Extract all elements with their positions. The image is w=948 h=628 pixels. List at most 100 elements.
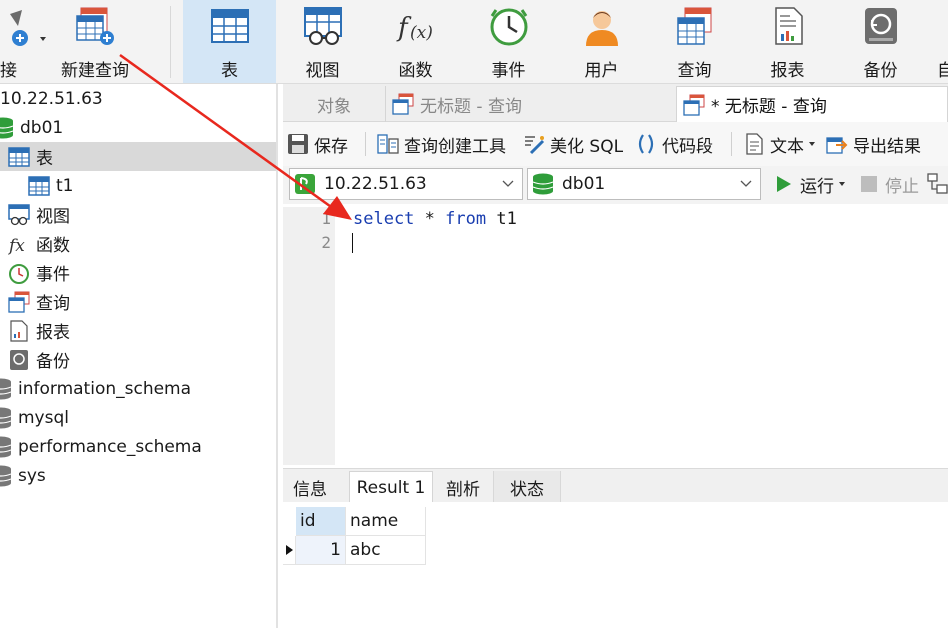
document-tab-bar: 对象 无标题 - 查询 * 无标题 - 查询 bbox=[283, 84, 948, 122]
toolbar-separator bbox=[170, 6, 171, 78]
function-button[interactable]: f (x) 函数 bbox=[369, 0, 462, 83]
function-icon: fx bbox=[8, 236, 25, 255]
dropdown-arrow-icon bbox=[839, 182, 845, 186]
automation-button[interactable]: 自 bbox=[927, 0, 948, 83]
tab-query-2[interactable]: * 无标题 - 查询 bbox=[676, 86, 948, 122]
query-icon bbox=[683, 94, 705, 116]
sidebar-item-views[interactable]: 视图 bbox=[0, 200, 276, 229]
export-results-button[interactable]: 导出结果 bbox=[826, 128, 921, 160]
report-icon bbox=[774, 7, 803, 45]
table-icon bbox=[8, 146, 30, 167]
tab-profile[interactable]: 剖析 bbox=[433, 471, 493, 503]
backup-button[interactable]: 备份 bbox=[834, 0, 927, 83]
column-header-id[interactable]: id bbox=[296, 507, 346, 536]
column-header-label: id bbox=[300, 511, 316, 531]
column-header-label: name bbox=[350, 511, 399, 531]
database-node-mysql[interactable]: mysql bbox=[0, 403, 276, 432]
report-icon bbox=[10, 319, 28, 342]
tab-label: 无标题 - 查询 bbox=[420, 96, 522, 117]
sidebar-item-functions[interactable]: fx 函数 bbox=[0, 229, 276, 258]
row-indicator[interactable] bbox=[283, 536, 296, 565]
query-button[interactable]: 查询 bbox=[648, 0, 741, 83]
database-label: db01 bbox=[20, 117, 64, 138]
report-button[interactable]: 报表 bbox=[741, 0, 834, 83]
database-node-db01[interactable]: db01 bbox=[0, 113, 276, 142]
database-label: information_schema bbox=[18, 378, 192, 399]
tab-label: 对象 bbox=[317, 96, 351, 117]
event-button[interactable]: 事件 bbox=[462, 0, 555, 83]
database-icon bbox=[0, 436, 12, 457]
database-node-sys[interactable]: sys bbox=[0, 461, 276, 490]
toolbar-label: 新建查询 bbox=[61, 61, 129, 81]
sql-editor[interactable]: select * from t1 bbox=[335, 207, 948, 465]
table-cell[interactable]: abc bbox=[346, 536, 426, 565]
sidebar-item-queries[interactable]: 查询 bbox=[0, 287, 276, 316]
table-button[interactable]: 表 bbox=[183, 0, 276, 83]
table-cell[interactable]: 1 bbox=[296, 536, 346, 565]
sidebar-item-label: 视图 bbox=[36, 207, 70, 227]
code-snippet-label: 代码段 bbox=[662, 136, 713, 157]
query-builder-label: 查询创建工具 bbox=[404, 136, 506, 157]
tab-info[interactable]: 信息 bbox=[285, 471, 335, 503]
query-icon bbox=[392, 93, 414, 115]
connection-node[interactable]: 10.22.51.63 bbox=[0, 84, 276, 113]
run-button[interactable]: 运行 bbox=[773, 168, 847, 200]
tab-result-1[interactable]: Result 1 bbox=[349, 471, 433, 503]
chevron-down-icon bbox=[502, 180, 514, 187]
connection-button[interactable]: 接 bbox=[0, 0, 42, 83]
column-header-name[interactable]: name bbox=[346, 507, 426, 536]
user-button[interactable]: 用户 bbox=[555, 0, 648, 83]
text-mode-button[interactable]: 文本 bbox=[743, 128, 817, 160]
text-mode-label: 文本 bbox=[770, 136, 804, 157]
svg-text:fx: fx bbox=[8, 236, 25, 255]
sidebar-item-events[interactable]: 事件 bbox=[0, 258, 276, 287]
toolbar-label: 事件 bbox=[491, 61, 526, 81]
toolbar-label: 接 bbox=[0, 61, 17, 81]
database-select[interactable]: db01 bbox=[527, 168, 761, 200]
export-icon bbox=[826, 137, 848, 154]
save-button[interactable]: 保存 bbox=[287, 128, 348, 160]
sql-identifier: t1 bbox=[496, 209, 517, 229]
code-snippet-button[interactable]: 代码段 bbox=[635, 128, 713, 160]
sidebar-item-backups[interactable]: 备份 bbox=[0, 345, 276, 374]
toolbar-label: 视图 bbox=[305, 61, 340, 81]
beautify-wand-icon bbox=[525, 136, 545, 155]
sidebar-item-reports[interactable]: 报表 bbox=[0, 316, 276, 345]
database-node-information-schema[interactable]: information_schema bbox=[0, 374, 276, 403]
explain-icon[interactable] bbox=[927, 173, 948, 195]
database-label: sys bbox=[18, 465, 46, 486]
tab-objects[interactable]: 对象 bbox=[283, 86, 385, 122]
new-query-button[interactable]: 新建查询 bbox=[52, 0, 138, 83]
beautify-sql-button[interactable]: 美化 SQL bbox=[523, 128, 623, 160]
sidebar-item-tables[interactable]: 表 bbox=[0, 142, 276, 171]
connection-select-value: 10.22.51.63 bbox=[324, 174, 427, 194]
sql-keyword: select bbox=[353, 209, 415, 229]
toolbar-label: 报表 bbox=[770, 61, 805, 81]
connection-select[interactable]: 10.22.51.63 bbox=[289, 168, 523, 200]
event-clock-icon bbox=[490, 8, 527, 46]
sidebar-item-label: 表 bbox=[36, 149, 53, 169]
database-node-performance-schema[interactable]: performance_schema bbox=[0, 432, 276, 461]
tab-query-1[interactable]: 无标题 - 查询 bbox=[385, 86, 675, 122]
stop-icon bbox=[861, 176, 877, 192]
mysql-connection-icon bbox=[295, 174, 315, 194]
toolbar-label: 自 bbox=[937, 61, 948, 81]
beautify-sql-label: 美化 SQL bbox=[550, 136, 624, 157]
main-toolbar: 接 新建查询 表 视图 f (x) 函数 事件 用户 查询 报表 备份 自 bbox=[0, 0, 948, 84]
tab-status[interactable]: 状态 bbox=[493, 471, 561, 503]
sidebar-item-t1[interactable]: t1 bbox=[0, 171, 276, 200]
stop-label: 停止 bbox=[885, 176, 919, 197]
save-label: 保存 bbox=[314, 136, 348, 157]
sidebar-item-label: 函数 bbox=[36, 236, 70, 256]
new-query-icon bbox=[76, 7, 114, 45]
chevron-down-icon bbox=[740, 180, 752, 187]
object-tree-sidebar: 10.22.51.63 db01 表 t1 视图 fx 函数 事件 查询 报表 … bbox=[0, 84, 278, 628]
view-button[interactable]: 视图 bbox=[276, 0, 369, 83]
query-builder-button[interactable]: 查询创建工具 bbox=[377, 128, 506, 160]
stop-button[interactable]: 停止 bbox=[858, 168, 919, 200]
query-icon bbox=[8, 291, 30, 313]
run-play-icon bbox=[777, 176, 791, 192]
query-builder-icon bbox=[377, 134, 399, 154]
database-icon bbox=[0, 378, 12, 399]
dropdown-arrow-icon[interactable] bbox=[38, 34, 48, 44]
